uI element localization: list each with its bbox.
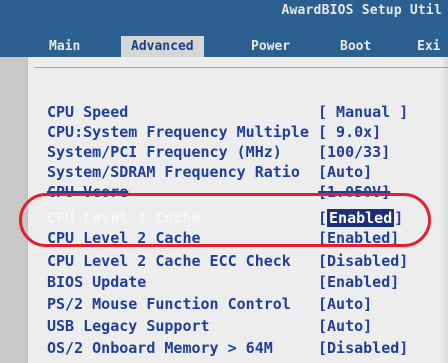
- setting-usb-legacy-value[interactable]: [Auto]: [318, 316, 372, 336]
- setting-cpu-multiplier-label[interactable]: CPU:System Frequency Multiple: [47, 122, 309, 142]
- setting-cpu-speed-value[interactable]: [ Manual ]: [318, 102, 408, 122]
- setting-os2-memory-label[interactable]: OS/2 Onboard Memory > 64M: [47, 338, 273, 358]
- red-annotation-oval: [19, 193, 431, 247]
- setting-os2-memory-value[interactable]: [Disabled]: [318, 338, 408, 358]
- setting-cpu-multiplier-value[interactable]: [ 9.0x]: [318, 122, 381, 142]
- menu-power[interactable]: Power: [251, 36, 290, 58]
- menu-boot[interactable]: Boot: [340, 36, 371, 58]
- setting-pci-frequency-value[interactable]: [100/33]: [318, 142, 390, 162]
- menu-exit[interactable]: Exi: [417, 36, 440, 58]
- menu-advanced[interactable]: Advanced: [121, 36, 204, 58]
- screen-edge-shadow: [440, 57, 448, 363]
- setting-l2-ecc-label[interactable]: CPU Level 2 Cache ECC Check: [47, 251, 291, 271]
- setting-sdram-ratio-label[interactable]: System/SDRAM Frequency Ratio: [47, 162, 300, 182]
- menu-bar: Main Advanced Power Boot Exi: [0, 32, 448, 58]
- setting-cpu-speed-label[interactable]: CPU Speed: [47, 102, 128, 122]
- bios-title: AwardBIOS Setup Util: [281, 3, 442, 18]
- setting-ps2-mouse-label[interactable]: PS/2 Mouse Function Control: [47, 294, 291, 314]
- setting-bios-update-value[interactable]: [Enabled]: [318, 272, 399, 292]
- setting-sdram-ratio-value[interactable]: [Auto]: [318, 162, 372, 182]
- setting-ps2-mouse-value[interactable]: [Auto]: [318, 294, 372, 314]
- bios-header: AwardBIOS Setup Util Main Advanced Power…: [0, 0, 448, 58]
- panel-divider: [34, 67, 448, 68]
- setting-bios-update-label[interactable]: BIOS Update: [47, 272, 146, 292]
- bios-screen: AwardBIOS Setup Util Main Advanced Power…: [0, 0, 448, 363]
- setting-pci-frequency-label[interactable]: System/PCI Frequency (MHz): [47, 142, 282, 162]
- setting-usb-legacy-label[interactable]: USB Legacy Support: [47, 316, 210, 336]
- menu-main[interactable]: Main: [49, 36, 80, 58]
- setting-l2-ecc-value[interactable]: [Disabled]: [318, 251, 408, 271]
